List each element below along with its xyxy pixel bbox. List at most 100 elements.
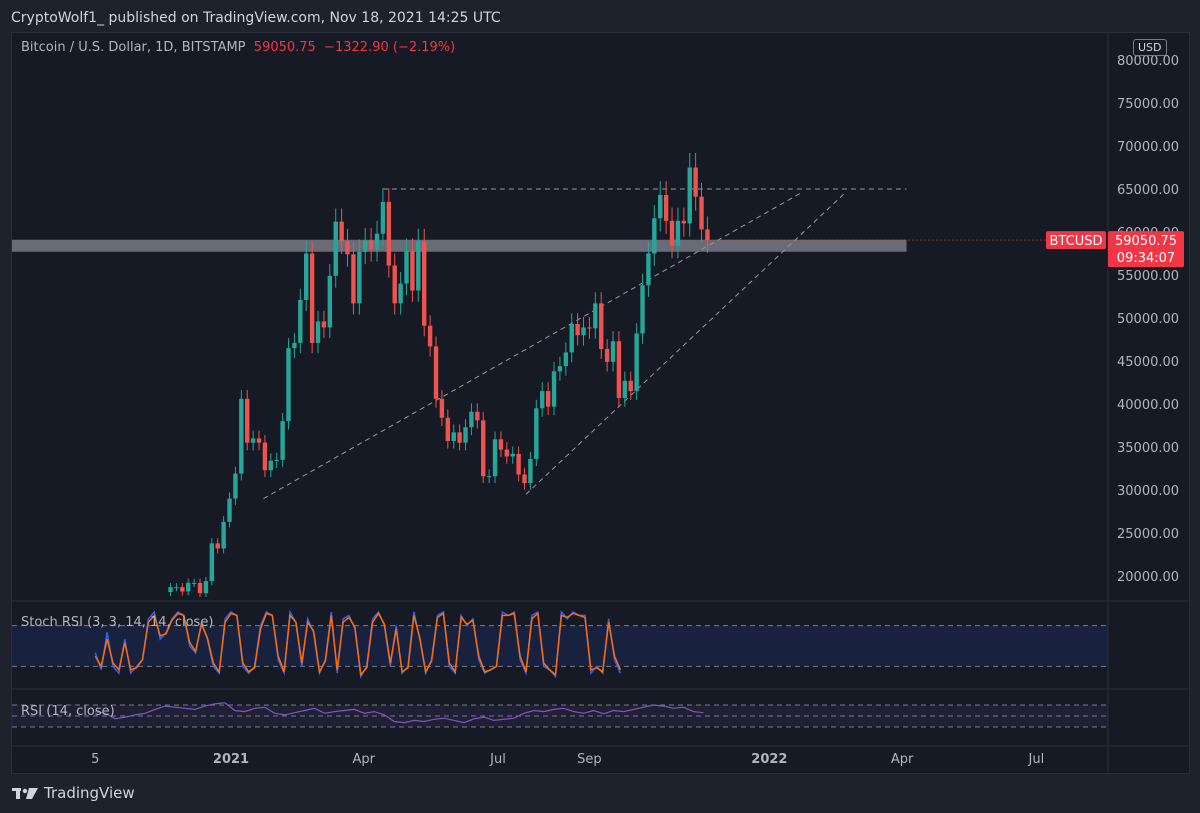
candle-body xyxy=(368,240,374,250)
last-price: 59050.75 xyxy=(253,40,316,55)
currency-button[interactable]: USD xyxy=(1133,39,1167,56)
candle-body xyxy=(351,254,356,304)
candle-body xyxy=(233,473,238,499)
y-tick-label: 40000.00 xyxy=(1117,398,1179,413)
candle-body xyxy=(374,233,380,250)
price-change: −1322.90 (−2.19%) xyxy=(324,40,456,55)
tradingview-logo-icon xyxy=(12,788,38,799)
candle-body xyxy=(215,543,220,549)
y-tick-label: 50000.00 xyxy=(1117,312,1179,327)
candle-body xyxy=(557,366,563,372)
candle-body xyxy=(239,398,244,474)
y-tick-label: 80000.00 xyxy=(1117,54,1179,69)
footer-brand-text: TradingView xyxy=(44,784,135,802)
candle-body xyxy=(168,587,173,593)
symbol-tag-text: BTCUSD xyxy=(1050,234,1103,249)
candle-body xyxy=(392,265,397,304)
x-tick-label: 2021 xyxy=(213,752,249,767)
symbol-title: Bitcoin / U.S. Dollar, 1D, BITSTAMP xyxy=(21,40,246,55)
candle-body xyxy=(404,250,409,284)
candle-body xyxy=(245,398,250,443)
candle-body xyxy=(616,341,622,398)
candle xyxy=(492,431,498,484)
candle-body xyxy=(345,241,350,255)
candle-body xyxy=(363,240,368,252)
price-tag-countdown: 09:34:07 xyxy=(1117,251,1175,266)
candle-body xyxy=(262,442,268,471)
footer-brand[interactable]: TradingView xyxy=(12,784,135,802)
candle-body xyxy=(357,251,362,304)
candle-body xyxy=(540,391,545,409)
candle-body xyxy=(191,582,197,584)
y-tick-label: 70000.00 xyxy=(1117,140,1179,155)
rsi-label: RSI (14, close) xyxy=(21,704,115,719)
candle-body xyxy=(622,380,628,398)
candle-body xyxy=(410,250,415,291)
candle-body xyxy=(504,449,510,457)
y-tick-label: 35000.00 xyxy=(1117,441,1179,456)
candle-body xyxy=(628,380,633,392)
candle-body xyxy=(209,543,215,582)
candle-body xyxy=(687,167,692,224)
candle-body xyxy=(498,439,504,450)
x-tick-label: 2022 xyxy=(751,752,787,767)
candle-body xyxy=(486,476,492,478)
symbol-legend: Bitcoin / U.S. Dollar, 1D, BITSTAMP 5905… xyxy=(21,40,455,55)
candle-body xyxy=(457,432,462,443)
candle xyxy=(481,412,486,484)
candle-body xyxy=(321,321,327,328)
candle-body xyxy=(174,587,179,589)
candle-body xyxy=(610,341,616,362)
candle-body xyxy=(327,275,333,328)
candle xyxy=(534,399,539,467)
candle-body xyxy=(268,460,274,471)
candle-body xyxy=(587,327,592,329)
candle xyxy=(245,390,250,451)
candle-body xyxy=(481,420,486,477)
candle-body xyxy=(528,459,533,484)
candle-body xyxy=(463,427,468,443)
candle-body xyxy=(492,439,498,477)
candle-body xyxy=(563,352,569,367)
price-tag-value: 59050.75 xyxy=(1115,234,1177,249)
support-zone xyxy=(12,239,907,252)
candle xyxy=(239,390,244,481)
x-tick-label: Jul xyxy=(489,752,506,767)
y-tick-label: 45000.00 xyxy=(1117,355,1179,370)
candle-body xyxy=(398,283,403,304)
candle-body xyxy=(433,346,439,399)
candle xyxy=(309,241,315,354)
y-tick-label: 30000.00 xyxy=(1117,484,1179,499)
stoch-rsi-label: Stoch RSI (3, 3, 14, 14, close) xyxy=(21,615,214,630)
candle-body xyxy=(180,587,185,592)
x-tick-label: Apr xyxy=(353,752,376,767)
candle-body xyxy=(451,432,456,441)
candle xyxy=(209,538,215,586)
candle-body xyxy=(522,474,527,484)
candle-body xyxy=(333,221,338,276)
candle-body xyxy=(197,582,203,594)
x-tick-label: 5 xyxy=(91,752,99,767)
candle-body xyxy=(693,167,698,197)
candle-body xyxy=(203,581,209,594)
candle-body xyxy=(221,521,226,549)
candle-body xyxy=(309,253,315,343)
candle-body xyxy=(699,196,704,230)
candle xyxy=(422,228,427,337)
candle-body xyxy=(534,408,539,460)
candle-body xyxy=(599,303,604,349)
candle-body xyxy=(705,229,710,241)
candle-body xyxy=(445,417,451,441)
candle-body xyxy=(274,459,279,461)
candle-body xyxy=(298,299,303,343)
y-tick-label: 65000.00 xyxy=(1117,183,1179,198)
candle-body xyxy=(227,498,232,522)
price-chart[interactable]: 80000.0075000.0070000.0065000.0060000.00… xyxy=(0,0,1200,813)
candle-body xyxy=(604,348,610,362)
x-tick-label: Apr xyxy=(891,752,914,767)
candle-body xyxy=(663,195,669,221)
candle-body xyxy=(551,371,557,407)
y-tick-label: 20000.00 xyxy=(1117,570,1179,585)
candle-body xyxy=(581,327,586,336)
candle xyxy=(634,323,639,401)
